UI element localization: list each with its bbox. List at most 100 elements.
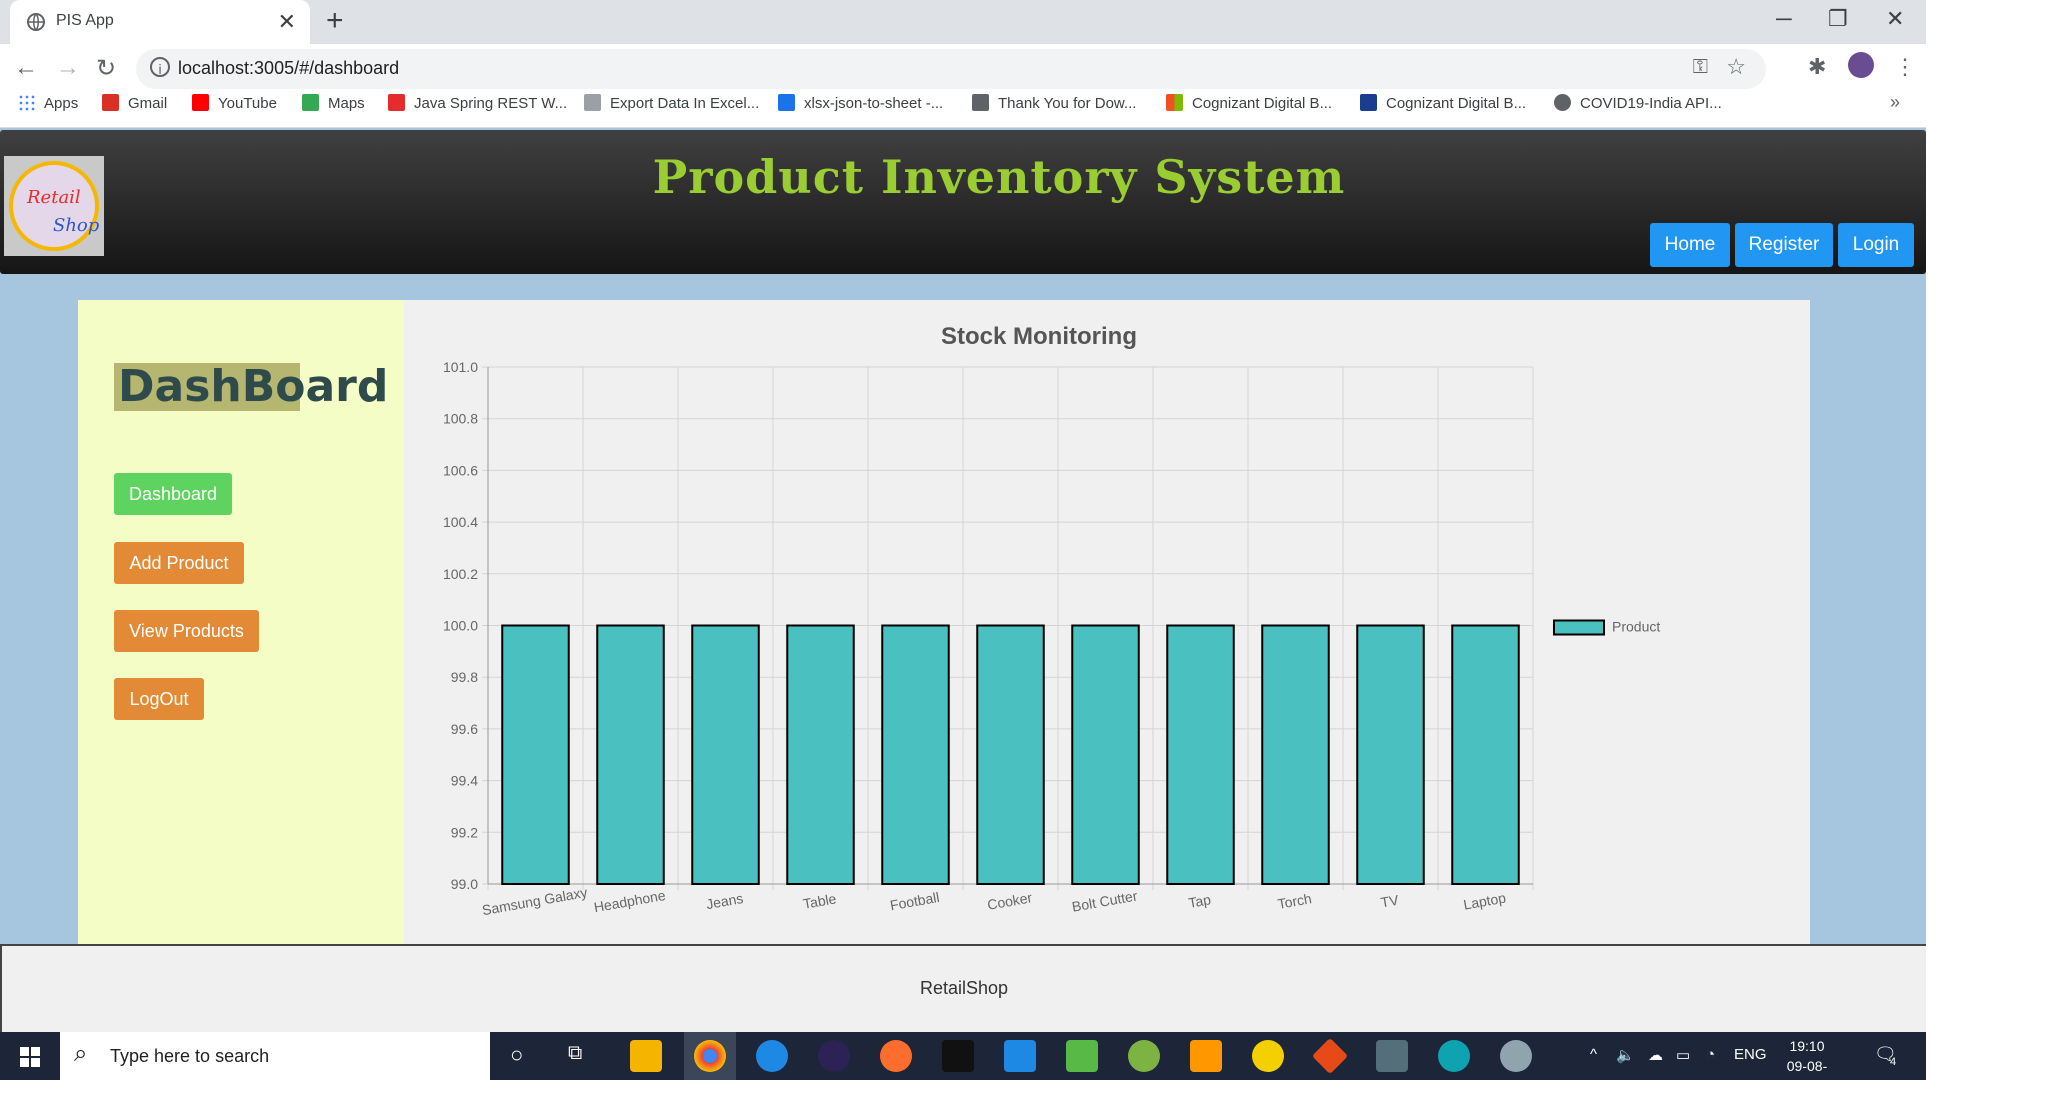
android-studio-icon[interactable] [1128,1040,1160,1072]
bar-headphone[interactable] [596,624,665,885]
y-tick-label: 100.8 [443,411,478,427]
terminal-icon[interactable] [942,1040,974,1072]
bar-laptop[interactable] [1451,624,1520,885]
apps-grid-icon [18,94,35,111]
bar-torch[interactable] [1261,624,1330,885]
windows-taskbar: ⌕ Type here to search ○ ⧉ ^ 🔈 ☁ ▭ ◔ ENG … [0,1032,1926,1094]
bookmark-apps[interactable]: Apps [18,94,78,112]
bar-tap[interactable] [1166,624,1235,885]
menu-dots-icon[interactable]: ⋮ [1894,54,1916,80]
dashboard-panel: DashBoard Dashboard Add Product View Pro… [78,300,1810,960]
login-button[interactable]: Login [1838,223,1914,267]
more-bookmarks-icon[interactable]: » [1890,92,1900,113]
postman-icon[interactable] [880,1040,912,1072]
address-bar[interactable]: i localhost:3005/#/dashboard ⚿ ☆ [136,49,1766,89]
bar-samsung-galaxy[interactable] [501,624,570,885]
wifi-icon[interactable]: ◔ [1706,1046,1715,1063]
bookmark-star-icon[interactable]: ☆ [1726,54,1746,80]
spreadsheet-icon[interactable] [1066,1040,1098,1072]
onedrive-icon[interactable]: ☁ [1648,1046,1663,1064]
app-window-icon[interactable] [1376,1040,1408,1072]
bookmark-covid-api[interactable]: COVID19-India API... [1554,94,1722,112]
vscode-icon[interactable] [1004,1040,1036,1072]
chart-y-axis: 101.0 100.8 100.6 100.4 100.2 100.0 99.8 99.6 99… [443,359,478,892]
forward-icon[interactable]: → [56,54,80,82]
bookmark-maps[interactable]: Maps [302,94,365,112]
bar-football[interactable] [881,624,950,885]
chart-legend[interactable]: Product [1553,619,1660,636]
footer-text: RetailShop [919,978,1009,998]
register-button[interactable]: Register [1735,223,1833,267]
back-icon[interactable]: ← [14,54,38,82]
chrome-icon[interactable] [694,1040,726,1072]
add-product-button[interactable]: Add Product [114,542,244,584]
desktop-edge [1926,0,2064,1080]
edge-legacy-icon[interactable] [756,1040,788,1072]
view-products-button[interactable]: View Products [114,610,259,652]
search-placeholder: Type here to search [110,1046,270,1066]
language-indicator[interactable]: ENG [1734,1046,1767,1063]
bar-cooker[interactable] [976,624,1045,885]
close-window-icon[interactable]: ✕ [1886,6,1904,32]
bookmark-java-spring[interactable]: Java Spring REST W... [388,94,567,112]
bar-tv[interactable] [1356,624,1425,885]
bookmark-youtube[interactable]: YouTube [192,94,277,112]
task-view-icon[interactable]: ⧉ [568,1042,582,1065]
extensions-icon[interactable]: ✱ [1808,54,1826,80]
legend-label[interactable]: Product [1612,619,1660,635]
taskbar-search[interactable]: ⌕ Type here to search [60,1032,490,1080]
battery-icon[interactable]: ▭ [1676,1046,1690,1064]
bar-table[interactable] [786,624,855,885]
minimize-icon[interactable]: ─ [1776,6,1792,32]
bookmark-gmail[interactable]: Gmail [102,94,167,112]
maps-icon [302,94,319,111]
bookmark-xlsx[interactable]: xlsx-json-to-sheet -... [778,94,943,112]
bookmarks-bar: Apps Gmail YouTube Maps Java Spring REST… [0,88,1926,126]
volume-icon[interactable]: 🔈 [1616,1046,1635,1064]
edge-icon[interactable] [1438,1040,1470,1072]
notification-count: 4 [1890,1056,1897,1068]
eclipse-icon[interactable] [818,1040,850,1072]
lightning-icon [778,94,795,111]
clock-time: 19:10 [1789,1038,1825,1054]
bookmark-export-excel[interactable]: Export Data In Excel... [584,94,759,112]
search-icon: ⌕ [74,1040,88,1067]
bookmark-cognizant-1[interactable]: Cognizant Digital B... [1166,94,1332,112]
home-button[interactable]: Home [1650,223,1730,267]
y-tick-label: 99.8 [451,669,478,685]
browser-tabstrip: PIS App ✕ + ─ ❐ ✕ [0,0,1926,44]
app-title: Product Inventory System [652,150,1346,204]
y-tick-label: 100.2 [443,566,478,582]
sublime-icon[interactable] [1190,1040,1222,1072]
url-text[interactable]: localhost:3005/#/dashboard [178,58,399,79]
profile-avatar[interactable] [1848,52,1874,78]
bar-jeans[interactable] [691,624,760,885]
clock[interactable]: 19:10 09-08-2020 [1772,1036,1842,1096]
legend-swatch[interactable] [1553,619,1605,636]
key-icon[interactable]: ⚿ [1693,56,1708,79]
file-explorer-icon[interactable] [630,1040,662,1072]
windows-start-icon[interactable] [20,1047,40,1067]
paint-icon[interactable] [1500,1040,1532,1072]
bar-bolt-cutter[interactable] [1071,624,1140,885]
restore-icon[interactable]: ❐ [1828,6,1848,32]
x-tick-label: Table [802,890,838,912]
close-tab-icon[interactable]: ✕ [278,9,296,35]
reload-icon[interactable]: ↻ [96,54,116,83]
y-tick-label: 100.4 [443,514,478,530]
new-tab-icon[interactable]: + [326,4,344,38]
git-icon[interactable] [1311,1037,1349,1075]
be-icon [1360,94,1377,111]
sidebar: DashBoard Dashboard Add Product View Pro… [78,300,404,960]
browser-tab[interactable]: PIS App ✕ [10,0,310,44]
dashboard-button[interactable]: Dashboard [114,473,232,515]
logout-button[interactable]: LogOut [114,678,204,720]
globe-icon [27,13,45,31]
site-info-icon[interactable]: i [150,57,170,77]
bookmark-cognizant-2[interactable]: Cognizant Digital B... [1360,94,1526,112]
tray-overflow-icon[interactable]: ^ [1590,1046,1597,1063]
bookmark-thank-you[interactable]: Thank You for Dow... [972,94,1136,112]
app-yellow-icon[interactable] [1252,1040,1284,1072]
x-tick-label: Laptop [1462,889,1507,912]
cortana-icon[interactable]: ○ [510,1042,523,1068]
